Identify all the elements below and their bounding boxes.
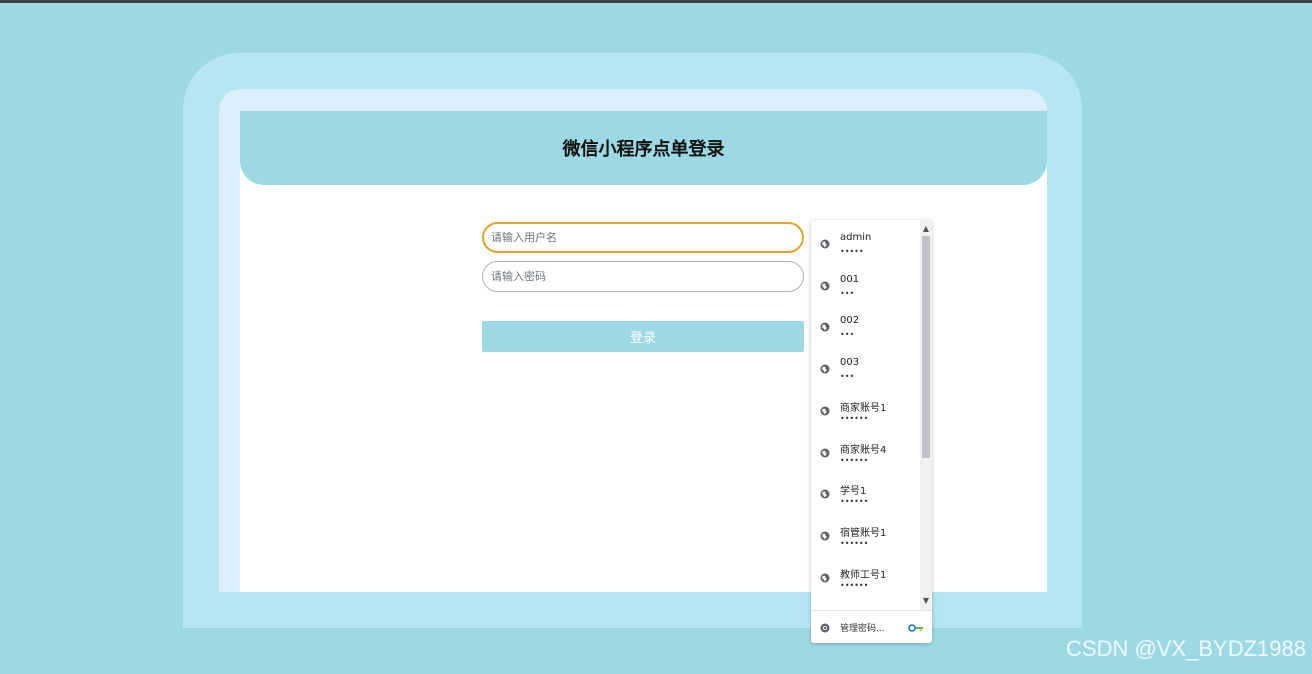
chrome-icon [820, 623, 830, 633]
autofill-item[interactable]: 学号1 •••••• [811, 472, 920, 514]
autofill-username: 教师工号1 [840, 569, 887, 581]
autofill-password-mask: ••• [840, 330, 855, 340]
username-input[interactable] [482, 222, 804, 253]
autofill-password-mask: •••••• [840, 538, 869, 548]
scroll-up-icon[interactable]: ▲ [920, 222, 932, 236]
page-title: 微信小程序点单登录 [562, 139, 725, 160]
globe-icon [820, 239, 830, 249]
autofill-scrollbar[interactable]: ▲ ▼ [920, 220, 932, 610]
autofill-username: 商家账号1 [840, 402, 887, 414]
autofill-item[interactable]: 002 ••• [811, 305, 920, 347]
watermark: CSDN @VX_BYDZ1988 [1066, 636, 1306, 661]
autofill-username: 宿管账号1 [840, 527, 887, 539]
autofill-item[interactable]: 001 ••• [811, 264, 920, 306]
key-icon [908, 624, 923, 632]
autofill-username: admin [840, 232, 872, 243]
globe-icon [820, 531, 830, 541]
autofill-username: 002 [840, 315, 860, 327]
autofill-password-mask: ••••• [840, 247, 864, 256]
globe-icon [820, 489, 830, 499]
autofill-item[interactable]: 教师工号1 •••••• [811, 556, 920, 598]
autofill-item[interactable]: 宿管账号1 •••••• [811, 514, 920, 556]
autofill-username: 003 [840, 357, 860, 369]
autofill-item[interactable]: admin ••••• [811, 222, 920, 264]
globe-icon [820, 322, 830, 332]
login-header: 微信小程序点单登录 [240, 111, 1047, 185]
autofill-password-mask: ••• [840, 372, 855, 382]
globe-icon [820, 281, 830, 291]
autofill-password-mask: •••••• [840, 497, 869, 507]
manage-passwords-item[interactable]: 管理密码... [811, 610, 932, 643]
autofill-password-mask: ••• [840, 288, 855, 298]
autofill-item[interactable]: 商家账号1 •••••• [811, 389, 920, 431]
globe-icon [820, 364, 830, 374]
globe-icon [820, 573, 830, 583]
autofill-password-mask: •••••• [840, 455, 869, 465]
autofill-username: 001 [840, 273, 860, 285]
autofill-username: 商家账号4 [840, 444, 887, 456]
scrollbar-thumb[interactable] [922, 236, 930, 458]
autofill-item[interactable]: 003 ••• [811, 347, 920, 389]
window-top-border [0, 0, 1312, 3]
login-button[interactable]: 登录 [482, 321, 804, 352]
autofill-password-mask: •••••• [840, 413, 869, 423]
manage-passwords-label: 管理密码... [840, 624, 885, 634]
scroll-down-icon[interactable]: ▼ [920, 594, 932, 608]
password-input[interactable] [482, 261, 804, 292]
autofill-username: 学号1 [840, 486, 867, 498]
globe-icon [820, 406, 830, 416]
globe-icon [820, 448, 830, 457]
autofill-list: admin ••••• 001 ••• 002 ••• 003 ••• 商家账号1 •••••• 商… [811, 220, 920, 610]
autofill-password-mask: •••••• [840, 580, 869, 590]
autofill-item[interactable]: 商家账号4 •••••• [811, 431, 920, 473]
password-autofill-dropdown: admin ••••• 001 ••• 002 ••• 003 ••• 商家账号1 •••••• 商… [811, 220, 932, 643]
